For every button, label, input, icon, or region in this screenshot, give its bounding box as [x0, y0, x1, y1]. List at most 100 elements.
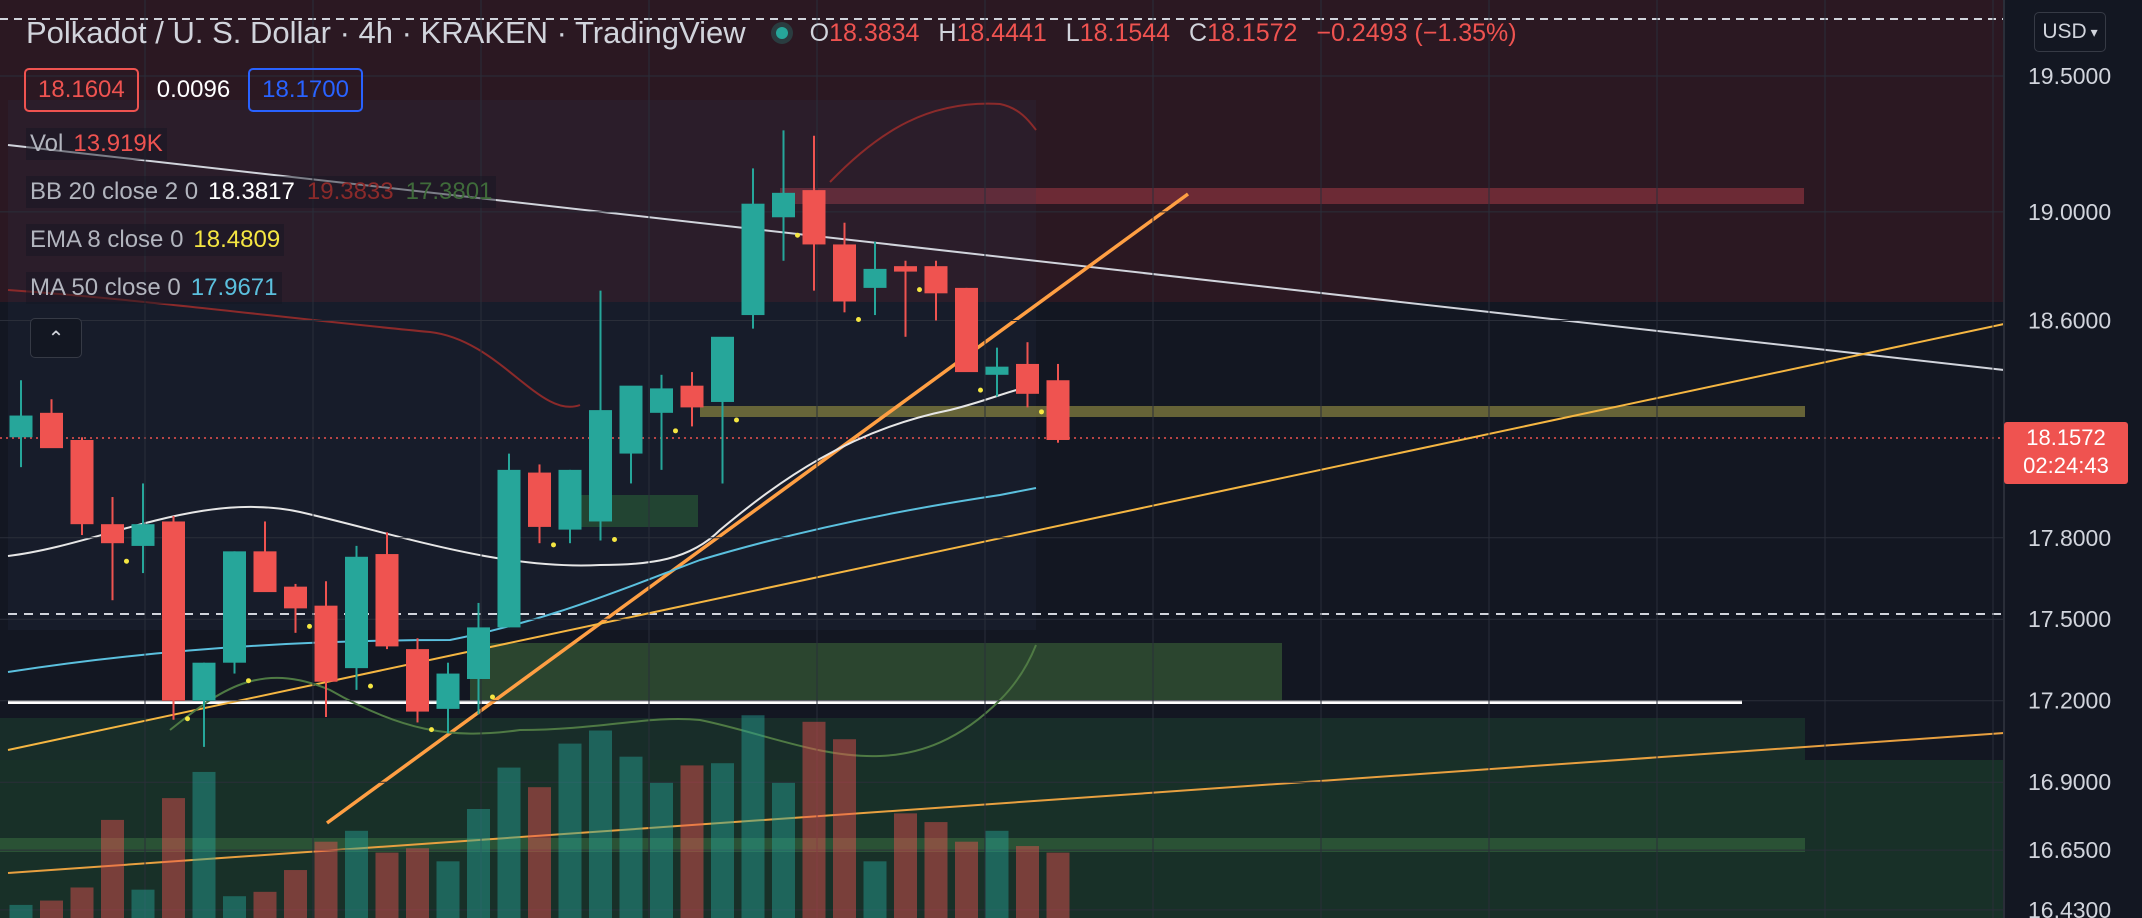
volume-bar: [924, 822, 948, 918]
candle-body: [497, 469, 521, 628]
legend-bb-upper: 19.3833: [306, 178, 394, 205]
volume-bar: [863, 861, 887, 918]
legend-ma[interactable]: MA 50 close 0 17.9671: [26, 272, 282, 304]
volume-bar: [131, 889, 155, 918]
candle-body: [741, 203, 765, 316]
candle-body: [314, 605, 338, 682]
ema-marker: [795, 232, 800, 238]
legend-ma-name: MA 50 close 0: [30, 274, 181, 301]
price-tick-label: 19.5000: [2028, 63, 2111, 89]
candle-body: [833, 244, 856, 302]
bar-countdown: 02:24:43: [2023, 453, 2109, 478]
sell-button[interactable]: 18.1604: [24, 68, 139, 112]
high-value: 18.4441: [956, 18, 1047, 47]
price-tick-label: 19.0000: [2028, 199, 2111, 225]
low-value: 18.1544: [1079, 18, 1171, 47]
low-key: L: [1065, 18, 1080, 47]
legend-ema-value: 18.4809: [193, 226, 281, 253]
collapse-legend-button[interactable]: ⌃: [30, 318, 82, 358]
spread-value: 0.0096: [156, 76, 231, 103]
volume-bar: [436, 861, 460, 918]
candle-body: [406, 649, 429, 712]
volume-bar: [101, 819, 124, 918]
legend-ema-name: EMA 8 close 0: [30, 226, 184, 253]
open-value: 18.3834: [829, 18, 920, 47]
candle-body: [131, 524, 155, 546]
price-chart[interactable]: 19.5000 19.0000 18.6000 17.8000 17.5000 17.20…: [0, 0, 2142, 918]
volume-bar: [589, 730, 612, 918]
close-value: 18.1572: [1207, 18, 1298, 47]
ema-marker: [917, 287, 922, 293]
volume-bar: [955, 841, 978, 918]
candle-body: [162, 521, 185, 701]
ema-marker: [612, 536, 617, 542]
volume-bar: [375, 852, 399, 918]
last-price-value: 18.1572: [2026, 425, 2106, 450]
ema-marker: [124, 558, 129, 564]
ema-marker: [185, 716, 190, 722]
ohlc-values: O18.3834 H18.4441 L18.1544 C18.1572 −0.2…: [810, 19, 1529, 48]
candle-body: [436, 673, 460, 709]
candle-body: [924, 266, 948, 294]
volume-bar: [894, 813, 917, 918]
market-status-icon: [775, 27, 788, 39]
candle-body: [192, 662, 216, 701]
volume-bar: [619, 756, 643, 918]
ema-marker: [368, 683, 373, 689]
legend-volume-name: Vol: [30, 130, 64, 157]
volume-bar: [314, 841, 338, 918]
volume-bar: [9, 904, 33, 918]
candle-body: [894, 266, 917, 272]
bid-ask-ticker: 18.1604 0.0096 18.1700: [24, 68, 363, 112]
volume-bar: [1016, 846, 1039, 918]
volume-bar: [680, 765, 704, 918]
candle-body: [955, 287, 978, 373]
legend-ema[interactable]: EMA 8 close 0 18.4809: [26, 224, 285, 256]
volume-bar: [528, 787, 551, 918]
volume-bar: [802, 721, 826, 918]
ema-marker: [551, 542, 556, 548]
candle-body: [1016, 363, 1039, 394]
candle-body: [467, 627, 490, 679]
volume-bar: [467, 809, 490, 918]
ema-marker: [1039, 409, 1044, 415]
candle-body: [253, 551, 277, 593]
candle-body: [772, 192, 795, 218]
chevron-up-icon: ⌃: [47, 327, 65, 350]
candle-body: [70, 439, 94, 525]
volume-bar: [70, 887, 94, 918]
volume-bar: [772, 782, 795, 918]
currency-dropdown[interactable]: USD ▾: [2034, 12, 2106, 52]
ema-marker: [429, 727, 434, 733]
volume-bar: [833, 739, 856, 918]
symbol-title[interactable]: Polkadot / U. S. Dollar · 4h · KRAKEN · …: [26, 15, 746, 51]
volume-bar: [192, 771, 216, 918]
candle-body: [985, 366, 1009, 375]
volume-bar: [40, 900, 63, 918]
volume-bar: [711, 763, 734, 918]
candle-body: [345, 556, 368, 669]
legend-bollinger[interactable]: BB 20 close 2 0 18.3817 19.3833 17.3801: [26, 176, 497, 208]
candle-body: [101, 524, 124, 544]
legend-volume[interactable]: Vol 13.919K: [26, 128, 167, 160]
price-tick-label: 16.9000: [2028, 769, 2111, 795]
candle-body: [650, 388, 673, 413]
high-key: H: [938, 18, 957, 47]
chevron-down-icon: ▾: [2090, 23, 2098, 40]
ema-marker: [978, 387, 983, 393]
legend-bb-basis: 18.3817: [208, 178, 295, 205]
volume-bar: [253, 891, 277, 918]
candle-body: [284, 586, 307, 609]
candle-body: [9, 415, 33, 438]
buy-button[interactable]: 18.1700: [248, 68, 363, 112]
olive-zone: [700, 406, 1805, 417]
volume-bar: [345, 830, 368, 918]
legend-ma-value: 17.9671: [190, 274, 278, 301]
price-tick-label: 17.5000: [2028, 606, 2111, 632]
price-tick-label: 17.2000: [2028, 688, 2111, 714]
last-price-tag: 18.1572 02:24:43: [2004, 422, 2128, 484]
ema-marker: [246, 678, 251, 684]
volume-bar: [284, 870, 307, 918]
candle-body: [40, 412, 63, 449]
candle-body: [711, 336, 734, 402]
